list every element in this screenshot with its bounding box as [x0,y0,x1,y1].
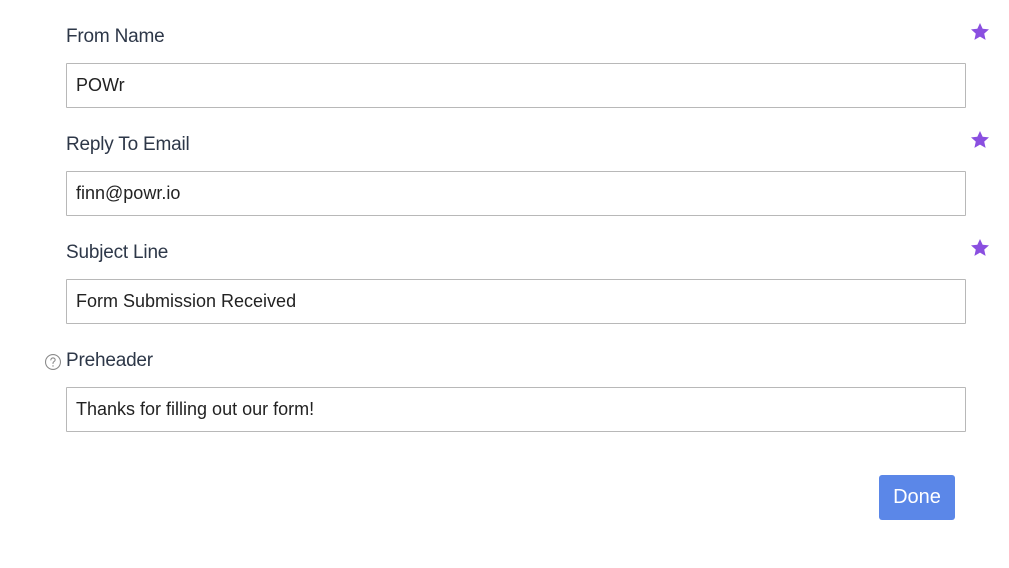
reply-to-email-label: Reply To Email [66,134,190,155]
subject-line-field: Subject Line [0,216,1009,324]
reply-to-email-field: Reply To Email [0,108,1009,216]
reply-to-email-input[interactable] [66,171,966,216]
preheader-label: Preheader [66,350,153,371]
from-name-label: From Name [66,26,165,47]
star-icon[interactable] [969,237,991,259]
from-name-field: From Name [0,0,1009,108]
from-name-input[interactable] [66,63,966,108]
email-settings-form: From Name Reply To Email Subject Line Pr… [0,0,1009,568]
done-button[interactable]: Done [879,475,955,520]
subject-line-input[interactable] [66,279,966,324]
star-icon[interactable] [969,129,991,151]
subject-line-label: Subject Line [66,242,169,263]
preheader-input[interactable] [66,387,966,432]
preheader-field: Preheader [0,324,1009,432]
star-icon[interactable] [969,21,991,43]
question-circle-icon[interactable] [44,353,62,371]
